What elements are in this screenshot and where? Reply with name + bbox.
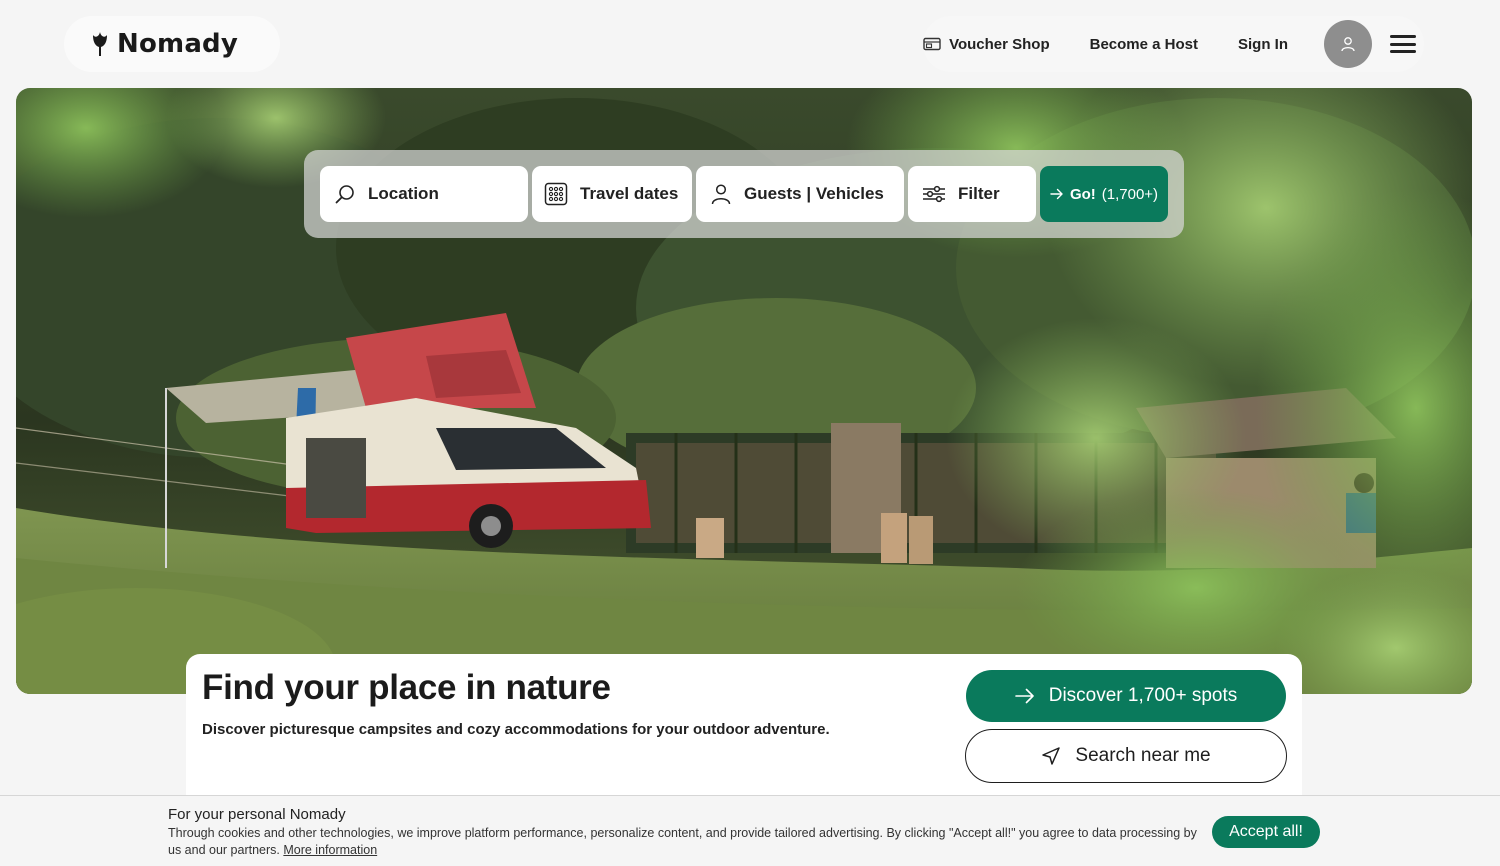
arrow-right-icon <box>1014 688 1034 704</box>
location-label: Location <box>368 184 439 203</box>
search-near-me-button[interactable]: Search near me <box>965 729 1287 783</box>
search-near-me-label: Search near me <box>1075 745 1211 766</box>
calendar-icon <box>544 182 568 206</box>
cookie-banner: For your personal Nomady Through cookies… <box>0 795 1500 866</box>
avatar[interactable] <box>1324 20 1372 68</box>
person-icon <box>711 184 731 205</box>
accept-all-button[interactable]: Accept all! <box>1212 816 1320 848</box>
logo[interactable]: Nomady <box>64 16 280 72</box>
hero-title: Find your place in nature <box>202 668 611 707</box>
guests-vehicles-label: Guests | Vehicles <box>744 184 884 203</box>
filter-field[interactable]: Filter <box>908 166 1036 222</box>
sign-in-link[interactable]: Sign In <box>1238 36 1288 53</box>
voucher-icon <box>923 37 941 51</box>
cookie-title: For your personal Nomady <box>168 806 346 823</box>
go-label: Go! <box>1069 185 1096 203</box>
discover-spots-button[interactable]: Discover 1,700+ spots <box>966 670 1286 722</box>
voucher-shop-label: Voucher Shop <box>949 35 1050 53</box>
user-icon <box>1341 37 1355 52</box>
menu-icon[interactable] <box>1390 33 1416 55</box>
cookie-text: Through cookies and other technologies, … <box>168 825 1198 859</box>
hero-subtitle: Discover picturesque campsites and cozy … <box>202 721 830 738</box>
location-field[interactable]: Location <box>320 166 528 222</box>
search-bar: Location Travel dates Guests | Vehicles <box>304 150 1184 238</box>
voucher-shop-link[interactable]: Voucher Shop <box>923 36 1050 53</box>
hero-panel: Find your place in nature Discover pictu… <box>186 654 1302 804</box>
sign-in-label: Sign In <box>1238 35 1288 53</box>
travel-dates-field[interactable]: Travel dates <box>532 166 692 222</box>
travel-dates-label: Travel dates <box>580 184 679 203</box>
discover-spots-label: Discover 1,700+ spots <box>1048 685 1238 706</box>
filter-icon <box>923 185 945 203</box>
search-icon <box>335 185 354 204</box>
flame-logo-icon <box>93 32 107 56</box>
brand-name: Nomady <box>117 29 239 59</box>
go-button[interactable]: Go! (1,700+) <box>1040 166 1168 222</box>
go-count: (1,700+) <box>1101 185 1159 203</box>
become-host-label: Become a Host <box>1089 35 1198 53</box>
arrow-right-icon <box>1050 188 1063 200</box>
navigation-icon <box>1042 747 1061 765</box>
become-host-link[interactable]: Become a Host <box>1090 36 1198 53</box>
filter-label: Filter <box>958 184 1000 203</box>
header-nav: Voucher Shop Become a Host Sign In <box>923 16 1424 72</box>
more-information-link[interactable]: More information <box>283 843 377 857</box>
guests-vehicles-field[interactable]: Guests | Vehicles <box>696 166 904 222</box>
